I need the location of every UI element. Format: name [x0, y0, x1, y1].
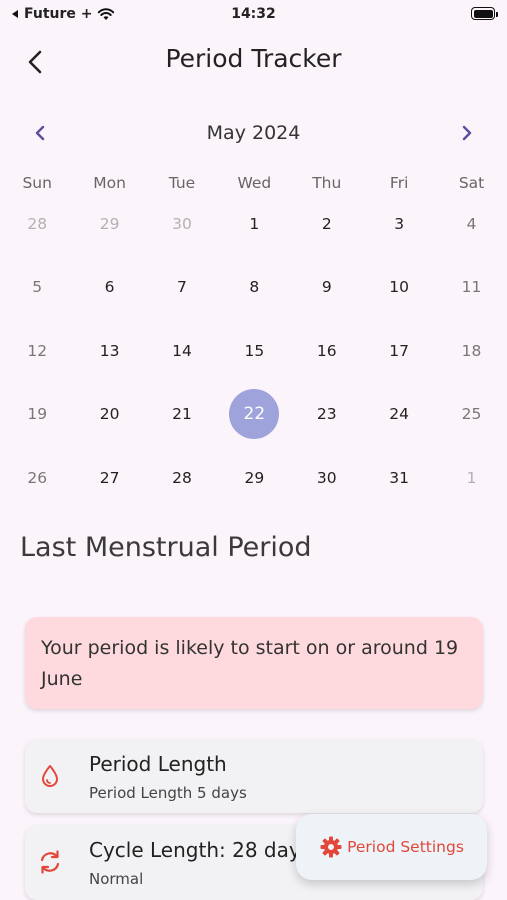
day-number: 20 — [99, 405, 120, 424]
day-number: 25 — [461, 405, 482, 424]
calendar-day[interactable]: 20 — [73, 383, 145, 447]
day-number: 8 — [249, 278, 260, 297]
calendar-day[interactable]: 28 — [146, 446, 218, 510]
day-number: 12 — [27, 341, 48, 360]
calendar-day[interactable]: 8 — [218, 256, 290, 320]
prediction-alert: Your period is likely to start on or aro… — [25, 617, 483, 709]
day-number: 14 — [172, 341, 192, 360]
day-number: 22 — [229, 389, 280, 440]
day-number: 19 — [27, 405, 48, 424]
calendar-day[interactable]: 31 — [363, 446, 435, 510]
calendar-day[interactable]: 15 — [218, 319, 290, 383]
day-number: 26 — [27, 468, 48, 487]
day-number: 7 — [177, 278, 187, 297]
calendar-day[interactable]: 16 — [291, 319, 363, 383]
day-number: 18 — [461, 341, 482, 360]
battery-icon — [471, 7, 498, 20]
day-number: 1 — [249, 214, 260, 233]
day-number: 23 — [316, 405, 337, 424]
calendar-day[interactable]: 21 — [146, 383, 218, 447]
calendar-day[interactable]: 1 — [218, 192, 290, 256]
calendar-day[interactable]: 3 — [363, 192, 435, 256]
day-number: 3 — [394, 214, 405, 233]
sync-icon — [40, 850, 60, 874]
day-number: 27 — [99, 468, 120, 487]
day-number: 30 — [316, 468, 337, 487]
status-bar: Future + 14:32 — [0, 0, 507, 30]
calendar-day[interactable]: 6 — [73, 256, 145, 320]
calendar-day-selected[interactable]: 22 — [218, 383, 290, 447]
calendar-day[interactable]: 14 — [146, 319, 218, 383]
next-month-button[interactable] — [452, 118, 482, 148]
calendar-day[interactable]: 1 — [435, 446, 507, 510]
calendar-day[interactable]: 7 — [146, 256, 218, 320]
period-settings-label: Period Settings — [347, 838, 464, 856]
calendar-day[interactable]: 17 — [363, 319, 435, 383]
day-number: 21 — [172, 405, 192, 424]
calendar-day[interactable]: 28 — [1, 192, 73, 256]
period-settings-button[interactable]: Period Settings — [296, 814, 487, 880]
day-number: 1 — [466, 468, 477, 487]
calendar-day[interactable]: 12 — [1, 319, 73, 383]
calendar-day[interactable]: 26 — [1, 446, 73, 510]
chevron-right-icon — [462, 125, 472, 141]
calendar-day[interactable]: 23 — [291, 383, 363, 447]
gear-icon — [320, 836, 342, 858]
day-number: 30 — [172, 214, 192, 233]
period-length-card[interactable]: Period Length Period Length 5 days — [25, 739, 483, 813]
calendar-day[interactable]: 25 — [435, 383, 507, 447]
calendar-day[interactable]: 13 — [73, 319, 145, 383]
calendar-day[interactable]: 30 — [291, 446, 363, 510]
calendar-day[interactable]: 29 — [73, 192, 145, 256]
day-number: 9 — [321, 278, 332, 297]
day-number: 29 — [99, 214, 120, 233]
day-number: 15 — [244, 341, 265, 360]
period-length-title: Period Length — [89, 752, 227, 776]
calendar-day[interactable]: 10 — [363, 256, 435, 320]
calendar-day[interactable]: 9 — [291, 256, 363, 320]
calendar-day[interactable]: 30 — [146, 192, 218, 256]
cycle-length-title: Cycle Length: 28 days — [89, 838, 312, 862]
day-number: 24 — [389, 405, 410, 424]
calendar-day[interactable]: 24 — [363, 383, 435, 447]
day-number: 28 — [27, 214, 48, 233]
calendar-day[interactable]: 29 — [218, 446, 290, 510]
calendar-day[interactable]: 2 — [291, 192, 363, 256]
day-number: 4 — [466, 214, 477, 233]
day-number: 29 — [244, 468, 265, 487]
calendar-day[interactable]: 27 — [73, 446, 145, 510]
calendar-day[interactable]: 4 — [435, 192, 507, 256]
day-number: 5 — [32, 278, 43, 297]
header: Period Tracker — [0, 36, 507, 86]
day-number: 17 — [389, 341, 410, 360]
day-number: 11 — [461, 278, 482, 297]
day-number: 6 — [104, 278, 115, 297]
calendar-grid: 28 29 30 1 2 3 4 5 6 7 8 9 10 11 12 13 1… — [0, 192, 507, 510]
day-number: 2 — [321, 214, 332, 233]
day-number: 10 — [389, 278, 410, 297]
calendar-day[interactable]: 5 — [1, 256, 73, 320]
month-label: May 2024 — [206, 122, 301, 144]
section-title: Last Menstrual Period — [20, 532, 312, 563]
period-length-subtitle: Period Length 5 days — [89, 784, 247, 802]
day-number: 31 — [389, 468, 410, 487]
page-title: Period Tracker — [165, 44, 342, 73]
cycle-length-subtitle: Normal — [89, 870, 144, 888]
calendar-day[interactable]: 19 — [1, 383, 73, 447]
month-row: May 2024 — [0, 116, 507, 150]
calendar-day[interactable]: 11 — [435, 256, 507, 320]
droplet-icon — [42, 765, 58, 787]
day-number: 13 — [99, 341, 120, 360]
day-number: 16 — [316, 341, 337, 360]
calendar-day[interactable]: 18 — [435, 319, 507, 383]
status-time: 14:32 — [231, 6, 276, 22]
day-number: 28 — [172, 468, 192, 487]
